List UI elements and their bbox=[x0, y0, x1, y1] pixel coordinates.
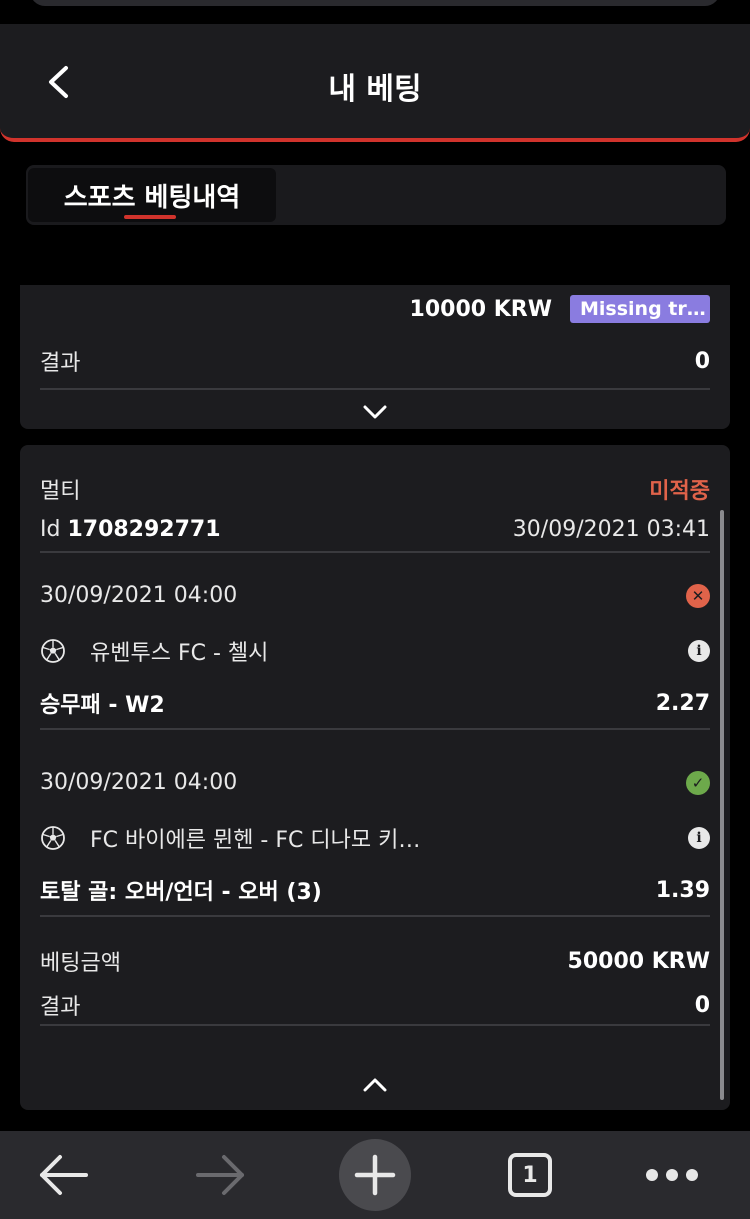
tab-bar: 스포츠 베팅내역 bbox=[26, 165, 726, 225]
selection-datetime: 30/09/2021 04:00 bbox=[40, 770, 238, 795]
chevron-down-icon[interactable] bbox=[360, 402, 390, 422]
selection-match: 유벤투스 FC - 첼시 bbox=[90, 641, 269, 666]
bet-card-multi: 멀티 미적중 Id 1708292771 30/09/2021 03:41 30… bbox=[20, 445, 730, 1110]
plus-icon bbox=[354, 1154, 396, 1196]
stake-value: 50000 KRW bbox=[567, 948, 710, 974]
won-check-icon: ✓ bbox=[686, 770, 710, 795]
soccer-ball-icon bbox=[41, 639, 65, 663]
tab-count: 1 bbox=[508, 1153, 552, 1197]
divider bbox=[40, 915, 710, 917]
result-label: 결과 bbox=[40, 995, 81, 1020]
selection-odds: 2.27 bbox=[655, 690, 710, 716]
selection-market: 승무패 - W2 bbox=[40, 693, 165, 718]
divider bbox=[40, 728, 710, 730]
divider bbox=[40, 1024, 710, 1026]
arrow-left-icon bbox=[40, 1155, 88, 1195]
selection-match: FC 바이에른 뮌헨 - FC 디나모 키… bbox=[90, 828, 421, 853]
stake-label: 베팅금액 bbox=[40, 951, 121, 976]
soccer-ball-icon bbox=[41, 826, 65, 850]
info-icon[interactable]: i bbox=[688, 827, 710, 849]
tab-active-indicator bbox=[124, 215, 176, 219]
bet-card-previous: 10000 KRW Missing tr… 결과 0 bbox=[20, 285, 730, 429]
more-dots-icon bbox=[646, 1169, 698, 1181]
bet-status: 미적중 bbox=[649, 479, 710, 504]
chevron-up-icon[interactable] bbox=[360, 1075, 390, 1095]
tab-sports-history[interactable]: 스포츠 베팅내역 bbox=[28, 168, 276, 222]
arrow-right-icon bbox=[196, 1155, 244, 1195]
bet-type: 멀티 bbox=[40, 479, 81, 504]
selection-datetime: 30/09/2021 04:00 bbox=[40, 583, 238, 608]
app-header: 내 베팅 bbox=[0, 24, 750, 142]
browser-back-button[interactable] bbox=[28, 1139, 100, 1211]
scrollbar[interactable] bbox=[720, 510, 724, 1100]
browser-top-strip bbox=[0, 0, 750, 24]
selection-odds: 1.39 bbox=[655, 877, 710, 903]
divider bbox=[40, 551, 710, 553]
result-value: 0 bbox=[694, 992, 710, 1018]
address-bar[interactable] bbox=[30, 0, 720, 6]
bet-id: Id 1708292771 bbox=[40, 517, 221, 542]
result-value: 0 bbox=[694, 348, 710, 374]
more-options-button[interactable] bbox=[636, 1139, 708, 1211]
new-tab-button[interactable] bbox=[339, 1139, 411, 1211]
tab-label: 스포츠 베팅내역 bbox=[63, 182, 241, 213]
bets-list[interactable]: 10000 KRW Missing tr… 결과 0 멀티 미적중 Id 170… bbox=[0, 285, 750, 1135]
tabs-button[interactable]: 1 bbox=[494, 1139, 566, 1211]
browser-forward-button[interactable] bbox=[184, 1139, 256, 1211]
status-badge: Missing tr… bbox=[570, 295, 710, 323]
stake-value: 10000 KRW bbox=[409, 296, 552, 322]
page-title: 내 베팅 bbox=[328, 72, 422, 107]
result-label: 결과 bbox=[40, 351, 81, 376]
lost-icon: ✕ bbox=[686, 583, 710, 608]
info-icon[interactable]: i bbox=[688, 640, 710, 662]
bet-datetime: 30/09/2021 03:41 bbox=[512, 517, 710, 542]
selection-market: 토탈 골: 오버/언더 - 오버 (3) bbox=[40, 880, 322, 905]
divider bbox=[40, 388, 710, 390]
browser-bottom-nav: 1 bbox=[0, 1131, 750, 1219]
